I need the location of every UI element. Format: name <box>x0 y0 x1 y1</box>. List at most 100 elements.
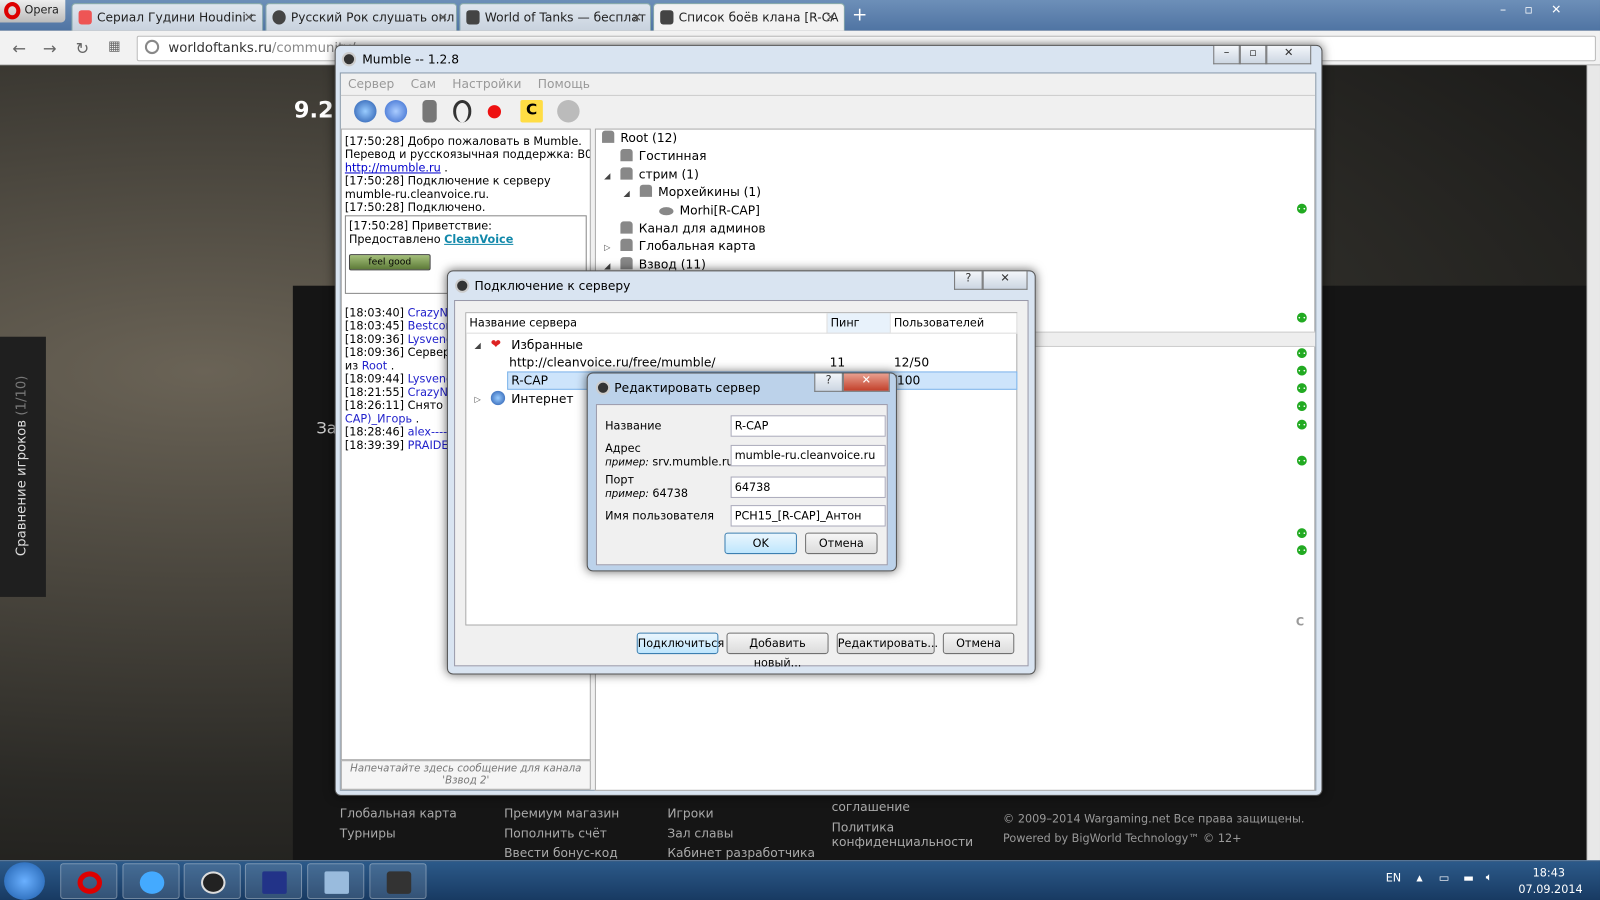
info-icon[interactable] <box>384 99 408 123</box>
favorites-group[interactable]: Избранные <box>511 338 583 352</box>
add-new-button[interactable]: Добавить новый... <box>726 632 829 669</box>
expand-arrow-icon[interactable]: ▷ <box>604 243 610 252</box>
close-button[interactable]: ✕ <box>842 373 890 392</box>
channel[interactable]: Взвод (11) <box>620 257 706 271</box>
clock-date[interactable]: 07.09.2014 <box>1518 883 1582 896</box>
power-icon[interactable]: ▬ <box>1463 871 1474 884</box>
channel[interactable]: Гостинная <box>620 148 706 163</box>
taskbar-save[interactable] <box>244 863 303 899</box>
port-field[interactable]: 64738 <box>730 476 886 498</box>
channel-icon <box>639 184 653 197</box>
connect-button[interactable]: Подключиться <box>636 632 724 655</box>
channel[interactable]: стрим (1) <box>620 167 699 182</box>
footer-link[interactable]: Турниры <box>340 827 396 841</box>
user[interactable]: Morhi[R-CAP] <box>659 203 760 217</box>
chat-username[interactable]: Root <box>362 359 387 372</box>
port-label: Порт <box>605 473 635 487</box>
cleanvoice-link[interactable]: CleanVoice <box>444 233 513 246</box>
taskbar-mumble[interactable] <box>183 863 241 899</box>
cancel-button[interactable]: Отмена <box>805 532 878 555</box>
maximize-button[interactable]: ▫ <box>1239 45 1267 65</box>
browser-tab[interactable]: World of Tanks — бесплат ✕ <box>459 3 652 31</box>
back-icon[interactable]: ← <box>12 39 26 58</box>
tray-expand-icon[interactable]: ▲ <box>1416 873 1422 882</box>
taskbar-wot[interactable] <box>369 863 427 899</box>
menu-help[interactable]: Помощь <box>538 77 590 91</box>
volume-icon[interactable]: 🔈︎ <box>1486 870 1493 884</box>
edit-button[interactable]: Редактировать... <box>836 632 938 655</box>
menu-server[interactable]: Сервер <box>348 77 394 91</box>
collapse-arrow-icon[interactable]: ◢ <box>474 341 480 350</box>
network-icon[interactable]: ▭ <box>1439 871 1450 884</box>
help-button[interactable]: ? <box>814 373 843 392</box>
footer-link[interactable]: Премиум магазин <box>504 806 619 820</box>
footer-link[interactable]: Пополнить счёт <box>504 827 607 841</box>
users-icon[interactable] <box>557 99 580 123</box>
column-ping[interactable]: Пинг <box>827 313 891 334</box>
chat-username[interactable]: CAP)_Игорь <box>345 412 412 425</box>
cancel-button[interactable]: Отмена <box>942 632 1015 655</box>
close-tab-icon[interactable]: ✕ <box>438 10 448 24</box>
browser-tab-active[interactable]: Список боёв клана [R-CA ✕ <box>653 3 845 31</box>
language-indicator[interactable]: EN <box>1386 871 1401 884</box>
internet-group[interactable]: Интернет <box>511 392 573 406</box>
footer-link[interactable]: Игроки <box>667 806 713 820</box>
minimize-button[interactable]: – <box>1213 45 1240 65</box>
footer-link[interactable]: Политика конфиденциальности <box>832 820 973 849</box>
taskbar-app[interactable] <box>307 863 365 899</box>
site-info-icon[interactable] <box>144 39 160 55</box>
window-controls[interactable]: –▫✕ <box>1500 2 1580 16</box>
record-icon[interactable] <box>487 105 502 119</box>
column-server-name[interactable]: Название сервера <box>466 313 828 334</box>
opera-icon <box>77 871 103 894</box>
footer-link[interactable]: Глобальная карта <box>340 806 457 820</box>
expand-arrow-icon[interactable]: ▷ <box>474 395 480 404</box>
menu-settings[interactable]: Настройки <box>452 77 521 91</box>
footer-link[interactable]: Зал славы <box>667 827 733 841</box>
column-users[interactable]: Пользователей <box>890 313 1018 334</box>
edit-server-dialog: Редактировать сервер ? ✕ Название R-CAP … <box>586 372 897 572</box>
close-tab-icon[interactable]: ✕ <box>632 10 642 24</box>
forward-icon[interactable]: → <box>43 39 57 58</box>
clock-time[interactable]: 18:43 <box>1533 866 1565 879</box>
notepad-icon <box>324 871 349 894</box>
footer-link[interactable]: Кабинет разработчика <box>667 846 815 860</box>
comment-icon[interactable]: C <box>520 99 543 123</box>
page-scrollbar[interactable] <box>1586 65 1600 861</box>
chat-message-input[interactable]: Напечатайте здесь сообщение для канала '… <box>340 760 591 790</box>
menu-self[interactable]: Сам <box>411 77 436 91</box>
close-tab-icon[interactable]: ✕ <box>244 10 254 24</box>
footer-link[interactable]: Ввести бонус-код <box>504 846 618 860</box>
channel-root[interactable]: Root (12) <box>602 130 677 145</box>
channel[interactable]: Канал для админов <box>620 221 766 236</box>
close-tab-icon[interactable]: ✕ <box>825 10 835 24</box>
taskbar-ie[interactable] <box>122 863 180 899</box>
help-button[interactable]: ? <box>954 271 983 290</box>
start-button[interactable] <box>4 862 45 900</box>
reload-icon[interactable]: ↻ <box>76 39 90 58</box>
address-field[interactable]: mumble-ru.cleanvoice.ru <box>730 444 886 467</box>
footer-link[interactable]: соглашение <box>832 800 910 814</box>
microphone-icon[interactable] <box>422 99 437 123</box>
server-name[interactable]: http://cleanvoice.ru/free/mumble/ <box>509 355 715 369</box>
connect-globe-icon[interactable] <box>354 99 377 123</box>
headphones-icon[interactable] <box>453 99 472 123</box>
mumble-link[interactable]: http://mumble.ru <box>345 161 441 174</box>
speed-dial-icon[interactable]: ▦ <box>108 39 121 54</box>
compare-players-panel[interactable]: Сравнение игроков (1/10) <box>0 336 46 597</box>
collapse-arrow-icon[interactable]: ◢ <box>604 171 610 180</box>
browser-tab[interactable]: Сериал Гудини Houdini с ✕ <box>71 3 264 31</box>
name-field[interactable]: R-CAP <box>730 415 886 437</box>
taskbar-opera[interactable] <box>60 863 118 899</box>
browser-tab[interactable]: Русский Рок слушать онл ✕ <box>265 3 458 31</box>
close-button[interactable]: ✕ <box>982 271 1028 290</box>
ok-button[interactable]: OK <box>724 532 797 555</box>
username-field[interactable]: PCH15_[R-CAP]_Антон <box>730 505 886 527</box>
channel[interactable]: Глобальная карта <box>620 238 756 253</box>
close-button[interactable]: ✕ <box>1266 45 1312 65</box>
new-tab-button[interactable]: + <box>852 4 867 25</box>
collapse-arrow-icon[interactable]: ◢ <box>604 261 610 270</box>
opera-menu-button[interactable]: Opera <box>0 0 66 23</box>
collapse-arrow-icon[interactable]: ◢ <box>623 189 629 198</box>
channel[interactable]: Морхейкины (1) <box>639 184 761 199</box>
